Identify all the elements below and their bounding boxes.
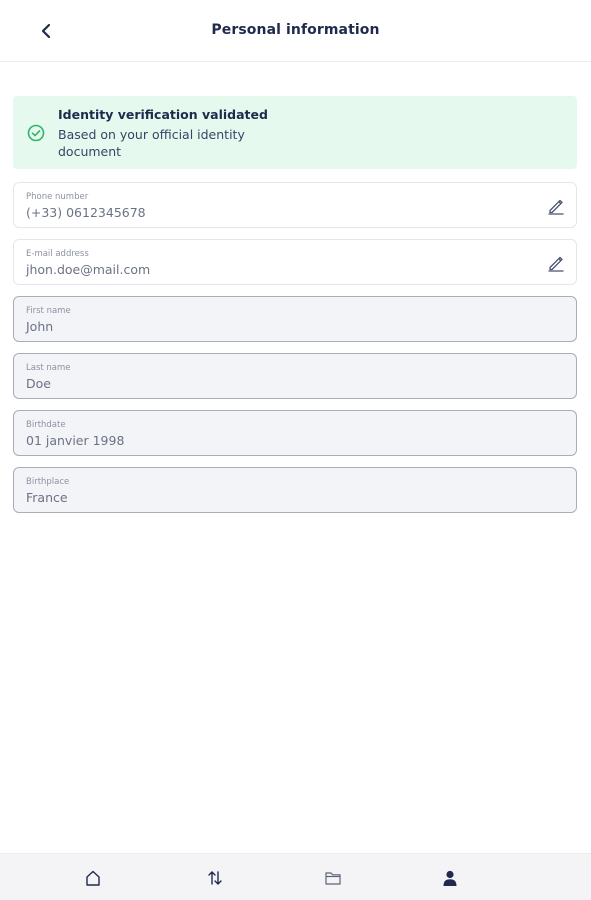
first-name-field: First name John (13, 296, 577, 342)
first-name-value: John (26, 319, 54, 334)
birthplace-value: France (26, 490, 68, 505)
transfer-arrows-icon (208, 871, 222, 885)
nav-transfers[interactable] (203, 866, 227, 890)
folder-icon (325, 872, 341, 885)
birthdate-value: 01 janvier 1998 (26, 433, 125, 448)
home-icon (86, 870, 100, 886)
nav-documents[interactable] (321, 866, 345, 890)
edit-email-button[interactable] (546, 253, 566, 273)
identity-verified-banner: Identity verification validated Based on… (13, 96, 577, 169)
check-circle-icon (27, 124, 45, 142)
edit-phone-button[interactable] (546, 196, 566, 216)
bottom-nav (0, 853, 591, 900)
profile-icon (443, 870, 457, 886)
top-bar: Personal information (0, 0, 591, 62)
birthplace-label: Birthplace (26, 477, 70, 487)
email-label: E-mail address (26, 249, 89, 259)
email-field[interactable]: E-mail address jhon.doe@mail.com (13, 239, 577, 285)
birthdate-field: Birthdate 01 janvier 1998 (13, 410, 577, 456)
phone-label: Phone number (26, 192, 89, 202)
nav-home[interactable] (81, 866, 105, 890)
phone-value: (+33) 0612345678 (26, 205, 146, 220)
verification-title: Identity verification validated (58, 107, 268, 122)
birthdate-label: Birthdate (26, 420, 66, 430)
page-title: Personal information (211, 22, 380, 38)
email-value: jhon.doe@mail.com (26, 262, 151, 277)
first-name-label: First name (26, 306, 71, 316)
pencil-icon (548, 256, 564, 272)
pencil-icon (548, 199, 564, 215)
phone-field[interactable]: Phone number (+33) 0612345678 (13, 182, 577, 228)
nav-profile[interactable] (438, 866, 462, 890)
last-name-field: Last name Doe (13, 353, 577, 399)
last-name-label: Last name (26, 363, 71, 373)
last-name-value: Doe (26, 376, 51, 391)
birthplace-field: Birthplace France (13, 467, 577, 513)
verification-description: Based on your official identity document (58, 127, 245, 159)
